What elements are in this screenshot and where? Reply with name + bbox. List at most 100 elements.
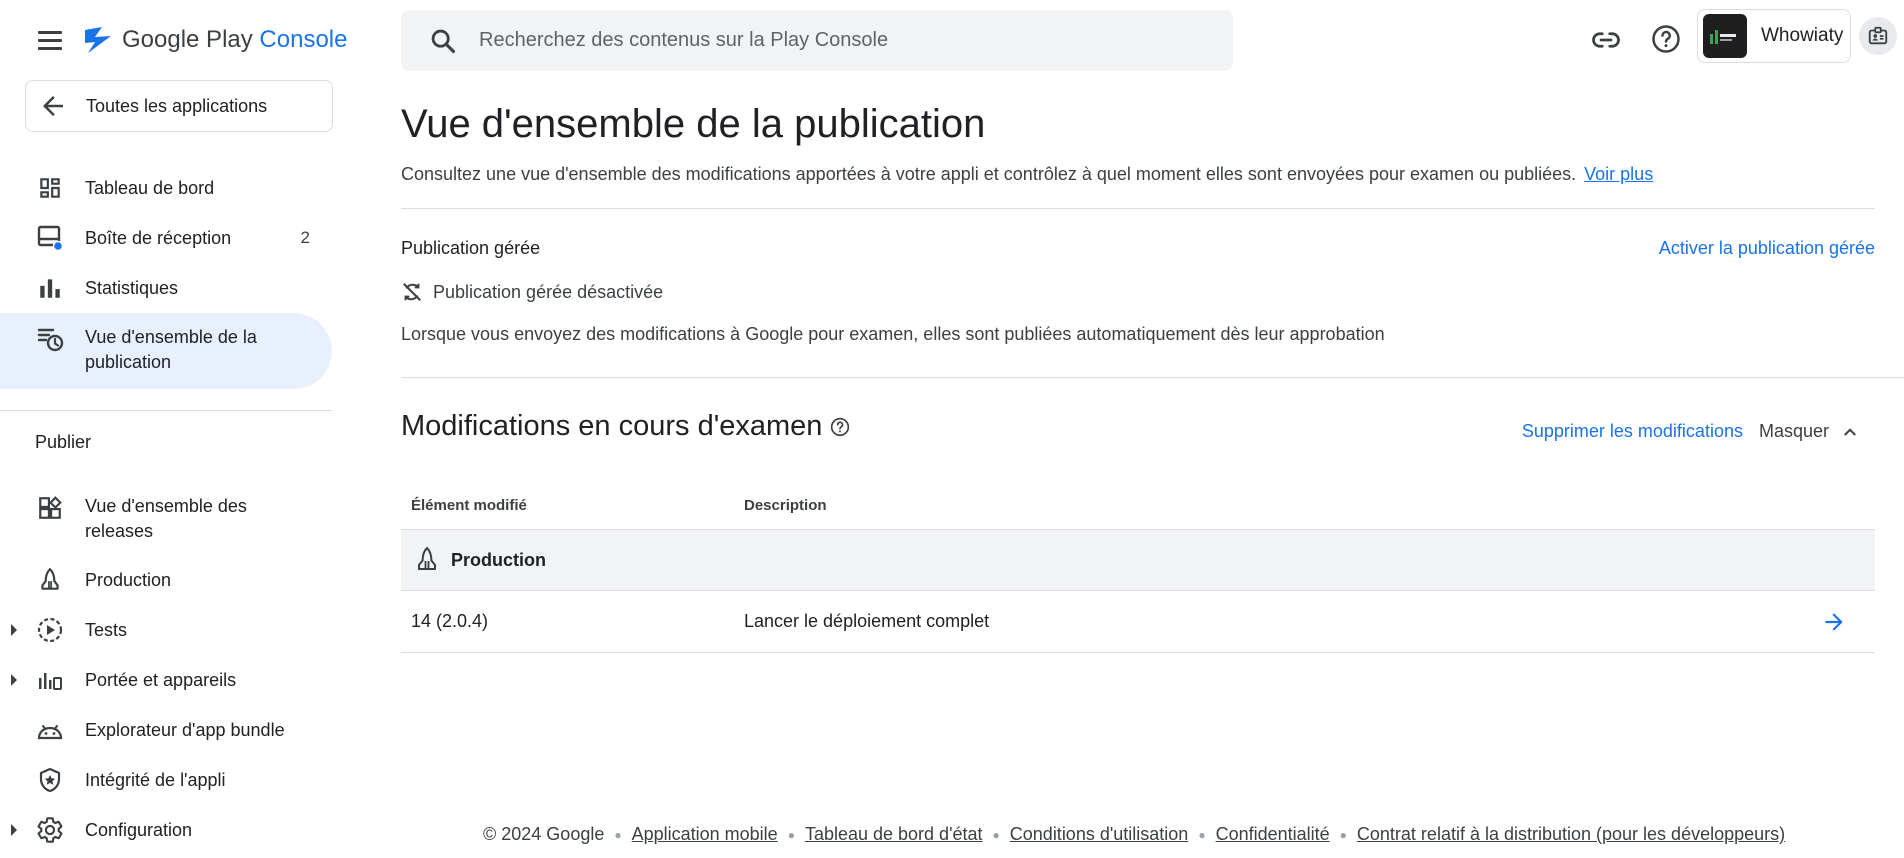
arrow-forward-icon[interactable] [1821, 609, 1847, 635]
account-switcher[interactable]: Whowiaty [1697, 9, 1851, 63]
sidebar-item-label: Portée et appareils [85, 669, 237, 690]
changed-item-cell: 14 (2.0.4) [411, 611, 489, 631]
footer-link-mobile-app[interactable]: Application mobile [632, 824, 778, 845]
footer-link-dda[interactable]: Contrat relatif à la distribution (pour … [1357, 824, 1785, 845]
sidebar-item-label: Boîte de réception [85, 227, 232, 248]
arrow-back-icon [43, 96, 63, 116]
review-section-header: Modifications en cours d'examen [401, 410, 850, 443]
managed-publishing-description: Lorsque vous envoyez des modifications à… [401, 324, 1385, 344]
hide-label: Masquer [1758, 421, 1829, 441]
group-label: Production [451, 549, 546, 570]
sidebar-item-app-bundle-explorer[interactable]: Explorateur d'app bundle [0, 710, 332, 750]
inbox-count-badge: 2 [300, 228, 310, 247]
play-console-logo-icon [85, 27, 111, 53]
badge-icon [1868, 26, 1888, 45]
shield-icon [36, 766, 64, 794]
section-divider [401, 208, 1875, 209]
footer-link-terms[interactable]: Conditions d'utilisation [1010, 824, 1189, 845]
search-icon [431, 29, 456, 53]
app-avatar [1703, 14, 1747, 58]
footer-separator: ● [787, 827, 795, 842]
review-actions: Supprimer les modifications Masquer [1522, 421, 1859, 442]
sidebar-item-label: Production [85, 569, 172, 590]
production-icon [418, 547, 436, 570]
sidebar-item-label: Explorateur d'app bundle [85, 719, 285, 740]
managed-publishing-title: Publication gérée [401, 238, 541, 258]
managed-publishing-status-text: Publication gérée désactivée [433, 281, 664, 302]
search-bar[interactable]: Recherchez des contenus sur la Play Cons… [401, 10, 1233, 71]
dashboard-icon [36, 174, 64, 202]
sidebar-item-production[interactable]: Production [0, 560, 332, 600]
help-outline-icon[interactable] [830, 417, 850, 437]
brand: Google Play Console [36, 20, 347, 60]
sidebar-item-label: Intégrité de l'appli [85, 769, 226, 790]
sidebar-item-label: Vue d'ensemble des releases [85, 496, 247, 541]
page-subtitle: Consultez une vue d'ensemble des modific… [401, 164, 1653, 185]
expand-caret-icon[interactable] [11, 824, 17, 836]
column-header-item: Élément modifié [411, 497, 527, 514]
inbox-icon [36, 224, 64, 252]
footer-separator: ● [1198, 827, 1206, 842]
managed-publishing-status: Publication gérée désactivée [401, 281, 663, 303]
sync-disabled-icon [403, 283, 421, 301]
sidebar-item-dashboard[interactable]: Tableau de bord [0, 168, 332, 208]
review-section-title: Modifications en cours d'examen [401, 410, 823, 442]
help-icon[interactable] [1648, 21, 1684, 57]
production-icon [36, 566, 64, 594]
sidebar-item-releases-overview[interactable]: Vue d'ensemble des releases [0, 490, 332, 546]
footer-link-status-dashboard[interactable]: Tableau de bord d'état [805, 824, 983, 845]
sidebar-item-configuration[interactable]: Configuration [0, 810, 332, 850]
sidebar-item-tests[interactable]: Tests [0, 610, 332, 650]
chevron-up-icon [1844, 427, 1856, 436]
search-input[interactable]: Recherchez des contenus sur la Play Cons… [479, 29, 888, 52]
sidebar-item-statistics[interactable]: Statistiques [0, 268, 332, 308]
sidebar-item-label: Tableau de bord [85, 177, 215, 198]
all-apps-label: Toutes les applications [86, 95, 268, 116]
hide-toggle[interactable]: Masquer [1759, 421, 1859, 442]
menu-icon[interactable] [36, 26, 64, 54]
activate-managed-publishing-link[interactable]: Activer la publication gérée [1659, 238, 1875, 259]
footer-separator: ● [1339, 827, 1347, 842]
see-more-link[interactable]: Voir plus [1584, 164, 1653, 184]
link-icon[interactable] [1588, 22, 1624, 58]
page-title: Vue d'ensemble de la publication [401, 102, 986, 146]
gear-icon [36, 816, 64, 844]
sidebar-item-app-integrity[interactable]: Intégrité de l'appli [0, 760, 332, 800]
bar-chart-icon [36, 274, 64, 302]
sidebar-item-label: Vue d'ensemble de la publication [85, 327, 257, 372]
sidebar-item-reach-devices[interactable]: Portée et appareils [0, 660, 332, 700]
sidebar-divider [0, 410, 332, 411]
brand-console: Console [259, 26, 348, 53]
testing-icon [36, 616, 64, 644]
sidebar-item-inbox[interactable]: Boîte de réception 2 [0, 218, 332, 258]
expand-caret-icon[interactable] [11, 674, 17, 686]
description-cell: Lancer le déploiement complet [744, 611, 990, 631]
developer-id-button[interactable] [1859, 17, 1897, 55]
expand-caret-icon[interactable] [11, 624, 17, 636]
footer-copyright: © 2024 Google [483, 824, 605, 844]
play-console-logo[interactable]: Google Play Console [82, 24, 347, 56]
group-row-production: Production [401, 529, 1875, 591]
sidebar-item-label: Statistiques [85, 277, 179, 298]
brand-name: Google Play [122, 26, 253, 53]
reach-devices-icon [36, 666, 64, 694]
sidebar-item-label: Tests [85, 619, 128, 640]
table-row[interactable]: 14 (2.0.4) Lancer le déploiement complet [401, 591, 1875, 653]
footer-separator: ● [992, 827, 1000, 842]
all-apps-button[interactable]: Toutes les applications [25, 80, 333, 132]
footer-separator: ● [614, 827, 622, 842]
sidebar-item-publishing-overview[interactable]: Vue d'ensemble de la publication [0, 313, 332, 389]
sidebar-item-label: Configuration [85, 819, 193, 840]
column-header-description: Description [744, 497, 827, 514]
delete-changes-link[interactable]: Supprimer les modifications [1522, 421, 1743, 442]
sidebar: Google Play Console Toutes les applicati… [0, 0, 347, 858]
publishing-overview-icon [36, 325, 64, 353]
account-name: Whowiaty [1761, 25, 1844, 46]
releases-overview-icon [36, 494, 64, 522]
footer: © 2024 Google ● Application mobile ● Tab… [483, 824, 1785, 845]
android-icon [36, 716, 64, 744]
page-description: Consultez une vue d'ensemble des modific… [401, 164, 1577, 184]
sidebar-section-publish: Publier [35, 432, 92, 452]
footer-link-privacy[interactable]: Confidentialité [1216, 824, 1330, 845]
section-divider [401, 377, 1904, 378]
